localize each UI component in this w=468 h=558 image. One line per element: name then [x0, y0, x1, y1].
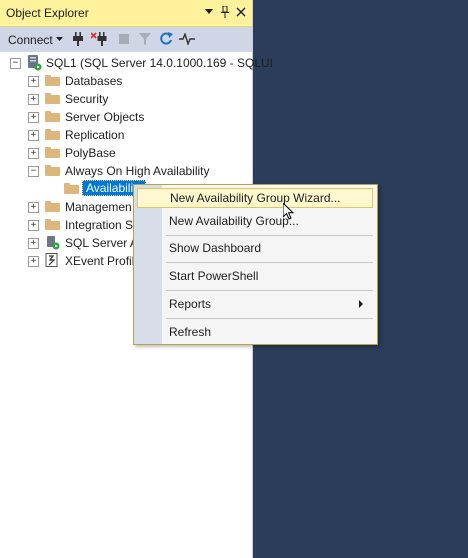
submenu-arrow-icon — [359, 300, 363, 308]
menu-separator — [166, 318, 373, 319]
menu-item-show-dashboard[interactable]: Show Dashboard — [137, 238, 373, 258]
expand-icon[interactable]: + — [28, 130, 39, 141]
expand-icon[interactable]: + — [28, 76, 39, 87]
tree-label: Databases — [65, 74, 123, 88]
tree-label: Always On High Availability — [65, 164, 210, 178]
context-menu-gutter — [134, 185, 162, 344]
folder-icon — [45, 147, 60, 158]
folder-icon — [45, 129, 60, 140]
folder-icon — [64, 183, 79, 194]
refresh-icon[interactable] — [158, 31, 174, 47]
tree-label: Managemen — [65, 200, 132, 214]
stop-icon — [116, 31, 132, 47]
tree-node-server[interactable]: − SQL1 (SQL Server 14.0.1000.169 - SQLUI — [0, 54, 273, 72]
expand-icon[interactable]: + — [28, 220, 39, 231]
server-label: SQL1 (SQL Server 14.0.1000.169 - SQLUI — [46, 56, 274, 70]
pin-icon[interactable] — [218, 4, 232, 20]
folder-icon — [45, 219, 60, 230]
tree-node-server-objects[interactable]: + Server Objects — [0, 108, 252, 126]
tree-label: Replication — [65, 128, 125, 142]
server-icon — [28, 55, 42, 71]
menu-item-label: Reports — [169, 297, 212, 311]
tree-label: Server Objects — [65, 110, 145, 124]
filter-icon — [137, 31, 153, 47]
menu-item-label: Start PowerShell — [169, 269, 259, 283]
expand-icon[interactable]: + — [28, 256, 39, 267]
context-menu: New Availability Group Wizard... New Ava… — [133, 184, 378, 345]
expand-icon[interactable]: + — [28, 112, 39, 123]
menu-item-label: Refresh — [169, 325, 212, 339]
tree-label: Security — [65, 92, 109, 106]
expand-icon[interactable]: + — [28, 238, 39, 249]
tree-node-polybase[interactable]: + PolyBase — [0, 144, 252, 162]
menu-separator — [166, 262, 373, 263]
tree-node-always-on[interactable]: − Always On High Availability — [0, 162, 252, 180]
folder-icon — [45, 75, 60, 86]
disconnect-icon[interactable] — [91, 31, 107, 47]
object-explorer-title-bar: Object Explorer — [0, 0, 252, 27]
menu-item-reports[interactable]: Reports — [137, 294, 373, 314]
tree-label: Integration S — [65, 218, 134, 232]
connect-button[interactable]: Connect — [4, 30, 67, 49]
panel-title: Object Explorer — [6, 6, 89, 20]
folder-icon — [45, 201, 60, 212]
folder-icon — [45, 93, 60, 104]
menu-item-label: New Availability Group... — [169, 214, 299, 228]
tree-label: XEvent Profil — [65, 254, 135, 268]
menu-item-label: Show Dashboard — [169, 241, 262, 255]
menu-item-new-ag-wizard[interactable]: New Availability Group Wizard... — [137, 188, 373, 208]
tree-node-security[interactable]: + Security — [0, 90, 252, 108]
agent-icon — [47, 236, 60, 250]
menu-item-label: New Availability Group Wizard... — [170, 191, 341, 205]
xevent-icon — [45, 253, 58, 267]
close-icon[interactable] — [234, 4, 248, 20]
dropdown-arrow-icon[interactable] — [202, 4, 216, 20]
expand-icon[interactable]: + — [28, 202, 39, 213]
menu-separator — [166, 235, 373, 236]
tree-label: PolyBase — [65, 146, 116, 160]
tree-node-databases[interactable]: + Databases — [0, 72, 252, 90]
object-explorer-toolbar: Connect — [0, 27, 252, 52]
menu-item-start-powershell[interactable]: Start PowerShell — [137, 266, 373, 286]
collapse-icon[interactable]: − — [28, 166, 39, 177]
menu-item-new-ag[interactable]: New Availability Group... — [137, 211, 373, 231]
folder-icon — [45, 165, 60, 176]
menu-separator — [166, 290, 373, 291]
collapse-icon[interactable]: − — [10, 58, 21, 69]
expand-icon[interactable]: + — [28, 94, 39, 105]
expand-icon[interactable]: + — [28, 148, 39, 159]
folder-icon — [45, 111, 60, 122]
activity-monitor-icon[interactable] — [179, 31, 195, 47]
tree-label: SQL Server A — [65, 236, 138, 250]
connect-label: Connect — [8, 32, 53, 47]
mouse-cursor-icon — [283, 203, 295, 220]
chevron-down-icon — [55, 37, 63, 41]
connect-plug-icon[interactable] — [70, 31, 86, 47]
tree-node-replication[interactable]: + Replication — [0, 126, 252, 144]
menu-item-refresh[interactable]: Refresh — [137, 322, 373, 342]
